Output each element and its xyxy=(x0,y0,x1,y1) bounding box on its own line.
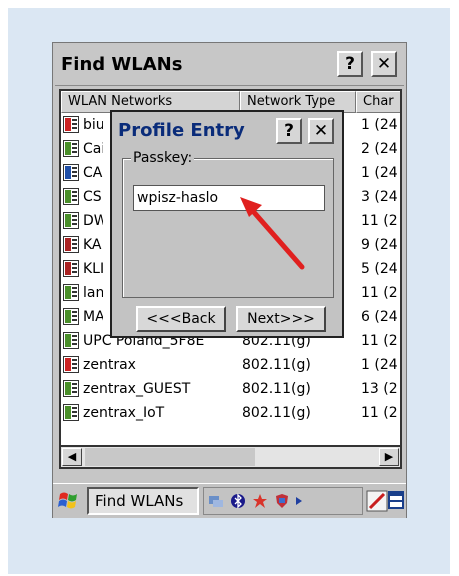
annotation-arrow-icon xyxy=(240,197,305,270)
